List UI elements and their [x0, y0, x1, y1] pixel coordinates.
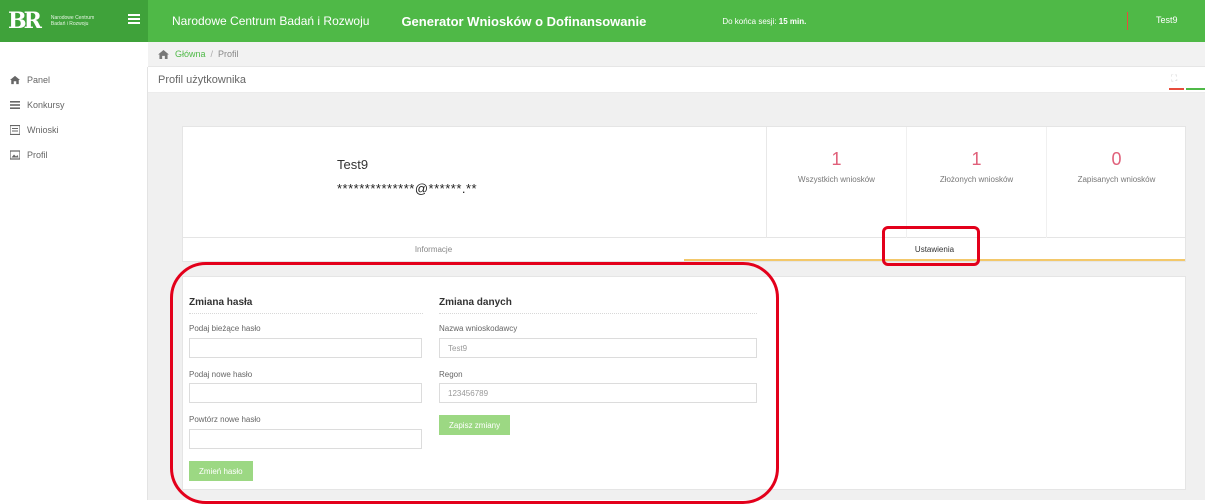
profile-card: Test9 **************@******.** 1 Wszystk… [182, 126, 1186, 239]
top-divider [1127, 12, 1128, 30]
breadcrumb-home-link[interactable]: Główna [175, 49, 206, 59]
regon-label: Regon [439, 370, 463, 379]
save-changes-button[interactable]: Zapisz zmiany [439, 415, 511, 435]
settings-panel: Zmiana hasła Podaj bieżące hasło Podaj n… [182, 276, 1186, 490]
profile-email-box [331, 172, 627, 224]
main-content: Test9 **************@******.** 1 Wszystk… [148, 93, 1205, 500]
logo[interactable]: BR Narodowe Centrum Badań i Rozwoju [0, 0, 148, 42]
stat-value: 1 [831, 149, 842, 169]
green-indicator [1186, 88, 1205, 90]
page-title: Profil użytkownika [158, 74, 247, 86]
sidebar-item-label: Konkursy [27, 99, 65, 110]
red-indicator [1169, 88, 1184, 90]
new-password-label: Podaj nowe hasło [189, 370, 253, 379]
section-title: Zmiana danych [439, 297, 512, 308]
stat-saved-applications: 0 Zapisanych wniosków [1047, 127, 1186, 239]
organization-name: Narodowe Centrum Badań i Rozwoju [172, 14, 370, 28]
app-title: Generator Wniosków o Dofinansowanie [401, 13, 647, 29]
sidebar-item-label: Wnioski [27, 124, 59, 135]
stats-panel: 1 Wszystkich wniosków 1 Złożonych wniosk… [766, 127, 1186, 239]
sidebar-item-label: Panel [27, 74, 51, 85]
session-timer: Do końca sesji: 15 min. [722, 17, 806, 26]
sidebar-item-panel[interactable]: Panel [0, 67, 147, 92]
sidebar-item-wnioski[interactable]: Wnioski [0, 117, 147, 142]
image-icon [10, 149, 20, 160]
stat-submitted-applications: 1 Złożonych wniosków [907, 127, 1047, 239]
regon-input[interactable] [439, 383, 757, 403]
tab-ustawienia[interactable]: Ustawienia [684, 238, 1185, 261]
section-divider [439, 313, 757, 314]
stat-value: 1 [971, 149, 982, 169]
current-password-input[interactable] [189, 338, 422, 358]
stat-value: 0 [1111, 149, 1122, 169]
page-header: Profil użytkownika ⛶ [148, 67, 1205, 93]
repeat-password-input[interactable] [189, 429, 422, 449]
repeat-password-label: Powtórz nowe hasło [189, 415, 261, 424]
sidebar: Panel Konkursy Wnioski Profil [0, 67, 148, 500]
hamburger-menu-icon[interactable] [128, 14, 140, 24]
logo-text: Narodowe Centrum Badań i Rozwoju [50, 15, 95, 27]
section-divider [189, 313, 423, 314]
stat-label: Złożonych wniosków [939, 175, 1014, 184]
stat-label: Wszystkich wniosków [798, 175, 875, 184]
header-tools: ⛶ [1169, 73, 1205, 90]
profile-name: Test9 [337, 157, 369, 172]
stat-all-applications: 1 Wszystkich wniosków [767, 127, 907, 239]
home-icon [10, 75, 20, 84]
sidebar-item-konkursy[interactable]: Konkursy [0, 92, 147, 117]
new-password-input[interactable] [189, 383, 422, 403]
session-value: 15 min. [778, 16, 807, 26]
section-title: Zmiana hasła [189, 297, 253, 308]
home-icon [158, 49, 169, 59]
applicant-name-input[interactable] [439, 338, 757, 358]
sidebar-item-profil[interactable]: Profil [0, 142, 147, 167]
user-menu[interactable]: Test9 [1156, 15, 1178, 25]
current-password-label: Podaj bieżące hasło [189, 324, 261, 333]
breadcrumb-separator: / [210, 49, 214, 59]
list-icon [10, 100, 20, 109]
session-label: Do końca sesji: [722, 16, 777, 26]
top-bar: BR Narodowe Centrum Badań i Rozwoju Naro… [0, 0, 1205, 42]
document-icon [10, 124, 20, 135]
change-password-button[interactable]: Zmień hasło [189, 461, 253, 481]
breadcrumb-current: Profil [218, 49, 239, 59]
logo-mark: BR [8, 8, 42, 34]
applicant-name-label: Nazwa wnioskodawcy [439, 324, 518, 333]
profile-tabs: Informacje Ustawienia [182, 238, 1186, 262]
profile-email: **************@******.** [337, 181, 478, 196]
expand-icon[interactable]: ⛶ [1171, 73, 1177, 84]
stat-label: Zapisanych wniosków [1077, 175, 1156, 184]
tab-informacje[interactable]: Informacje [183, 238, 684, 261]
breadcrumb: Główna / Profil [148, 42, 1205, 67]
sidebar-item-label: Profil [27, 149, 48, 160]
